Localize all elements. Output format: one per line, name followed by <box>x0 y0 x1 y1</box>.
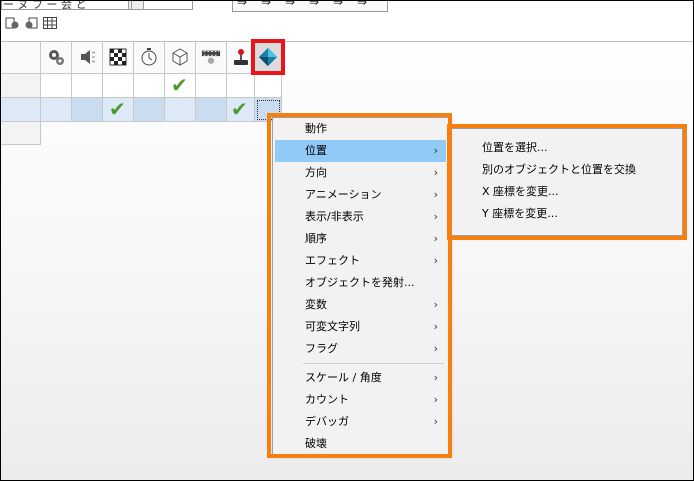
row-label-1[interactable] <box>1 74 41 98</box>
header-gears[interactable] <box>41 42 72 74</box>
cell-r2-c7[interactable]: ✔ <box>227 98 255 122</box>
arrow-button-2[interactable]: ⇒ <box>261 1 271 9</box>
arrow-button-1[interactable]: ⇒ <box>237 1 247 9</box>
grid-icon[interactable] <box>41 15 59 33</box>
speaker-icon <box>77 47 97 67</box>
cube-icon <box>170 47 190 67</box>
event-icon-a[interactable] <box>3 15 21 33</box>
cell-r1-c3[interactable] <box>103 74 134 98</box>
gears-icon <box>46 47 66 67</box>
cell-r1-c1[interactable] <box>41 74 72 98</box>
toolbar-icon-group <box>1 15 61 33</box>
cell-r2-c3[interactable]: ✔ <box>103 98 134 122</box>
check-icon: ✔ <box>171 73 188 97</box>
check-icon: ✔ <box>231 97 248 121</box>
cell-r1-c2[interactable] <box>72 74 103 98</box>
orange-highlight-menu <box>267 113 452 458</box>
header-active-object[interactable] <box>196 42 227 74</box>
timer-icon <box>139 47 159 67</box>
cell-r2-c6[interactable] <box>196 98 227 122</box>
cell-r2-c2[interactable] <box>72 98 103 122</box>
row-label-2[interactable] <box>1 98 41 122</box>
toolbar-caption: ー ヌ フ ー 会 と <box>3 0 87 11</box>
joystick-icon <box>231 47 251 67</box>
checker-icon <box>108 47 128 67</box>
combo-extra-field[interactable] <box>131 1 192 9</box>
event-icon-b[interactable] <box>23 15 41 33</box>
arrow-button-5[interactable]: ⇒ <box>333 1 343 9</box>
cell-r1-c6[interactable] <box>196 74 227 98</box>
header-storyboard[interactable] <box>103 42 134 74</box>
toolbar-arrow-buttons: ⇒ ⇒ ⇒ ⇒ ⇒ ⇒ <box>232 1 388 12</box>
arrow-button-4[interactable]: ⇒ <box>309 1 319 9</box>
red-highlight-box <box>251 39 285 75</box>
grid-corner <box>1 42 41 74</box>
orange-highlight-submenu <box>447 124 687 240</box>
header-timer[interactable] <box>134 42 165 74</box>
cell-r1-c5[interactable]: ✔ <box>165 74 196 98</box>
header-sound[interactable] <box>72 42 103 74</box>
check-icon: ✔ <box>109 97 126 121</box>
header-create[interactable] <box>165 42 196 74</box>
cell-r2-c4[interactable] <box>134 98 165 122</box>
app-window: ー ヌ フ ー 会 と ⇒ ⇒ ⇒ ⇒ ⇒ ⇒ ✔ ✔ ✔ 動作 位置 › 方向… <box>0 0 694 481</box>
top-toolbar: ー ヌ フ ー 会 と ⇒ ⇒ ⇒ ⇒ ⇒ ⇒ <box>1 1 693 42</box>
cell-r2-c5[interactable] <box>165 98 196 122</box>
arrow-button-6[interactable]: ⇒ <box>357 1 367 9</box>
arrow-button-3[interactable]: ⇒ <box>285 1 295 9</box>
row-label-3[interactable] <box>1 122 41 145</box>
cell-r1-c4[interactable] <box>134 74 165 98</box>
film-icon <box>201 47 221 67</box>
cell-r1-c8[interactable] <box>255 74 282 98</box>
cell-r1-c7[interactable] <box>227 74 255 98</box>
cell-r2-c1[interactable] <box>41 98 72 122</box>
